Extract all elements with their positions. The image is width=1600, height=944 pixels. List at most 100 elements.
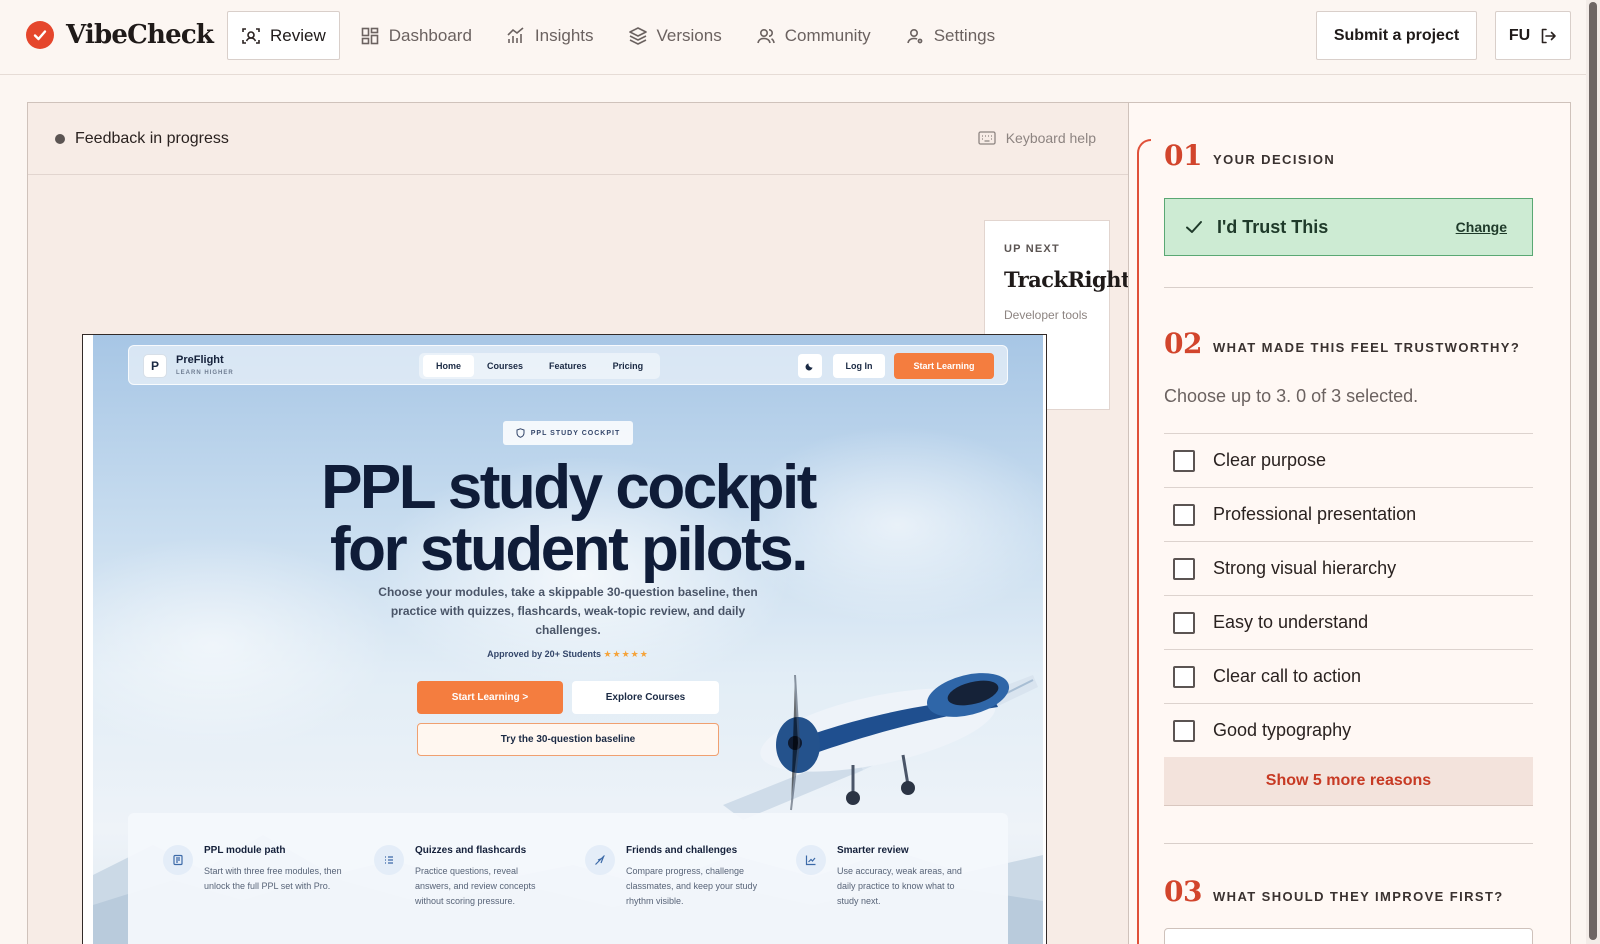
- preview-cta-explore[interactable]: Explore Courses: [572, 681, 719, 714]
- section-divider: [1164, 287, 1533, 288]
- reason-option[interactable]: Strong visual hierarchy: [1164, 541, 1533, 595]
- preview-subtitle: Choose your modules, take a skippable 30…: [378, 585, 758, 637]
- brand-logo[interactable]: VibeCheck: [26, 20, 214, 50]
- nav-review[interactable]: Review: [227, 11, 340, 60]
- project-preview[interactable]: P PreFlight LEARN HIGHER Home Courses Fe…: [82, 334, 1047, 944]
- user-settings-icon: [906, 28, 923, 43]
- preview-headline-line1: PPL study cockpit: [321, 453, 817, 522]
- reason-option[interactable]: Professional presentation: [1164, 487, 1533, 541]
- preview-feature-desc: Use accuracy, weak areas, and daily prac…: [837, 866, 962, 906]
- scrollbar-thumb[interactable]: [1589, 2, 1597, 940]
- preview-links: Home Courses Features Pricing: [419, 353, 661, 379]
- section-title-decision: YOUR DECISION: [1213, 152, 1336, 167]
- up-next-title: TrackRight!: [1004, 267, 1129, 292]
- shield-icon: [516, 428, 525, 438]
- change-decision-link[interactable]: Change: [1456, 219, 1507, 235]
- section-title-trust: WHAT MADE THIS FEEL TRUSTWORTHY?: [1213, 340, 1521, 355]
- preview-feature-title: Smarter review: [837, 845, 909, 856]
- preview-cta-baseline[interactable]: Try the 30-question baseline: [417, 723, 719, 756]
- reason-checkbox[interactable]: [1173, 611, 1195, 634]
- preview-badge-label: PPL STUDY COCKPIT: [530, 429, 621, 437]
- plane-icon: [585, 845, 615, 875]
- up-next-category: Developer tools: [1004, 308, 1088, 322]
- keyboard-help-label: Keyboard help: [1005, 130, 1096, 146]
- scan-icon: [242, 27, 260, 44]
- up-next-label: UP NEXT: [1004, 243, 1060, 255]
- nav-dashboard-label: Dashboard: [388, 25, 472, 45]
- nav-insights[interactable]: Insights: [492, 11, 608, 60]
- layers-icon: [628, 26, 647, 45]
- preview-feature-desc: Compare progress, challenge classmates, …: [626, 866, 758, 906]
- preview-start-button[interactable]: Start Learning: [894, 353, 994, 379]
- section-number: 02: [1164, 327, 1202, 360]
- nav-review-label: Review: [270, 25, 326, 45]
- nav-settings[interactable]: Settings: [891, 11, 1009, 60]
- decision-selected: I'd Trust This Change: [1164, 198, 1533, 256]
- submit-project-button[interactable]: Submit a project: [1316, 11, 1477, 60]
- reason-option[interactable]: Clear call to action: [1164, 649, 1533, 703]
- preview-login-button[interactable]: Log In: [833, 354, 885, 378]
- check-logo-icon: [26, 21, 54, 49]
- airplane-illustration: [723, 673, 1038, 820]
- reason-list: Clear purpose Professional presentation …: [1164, 433, 1533, 806]
- reason-label: Clear call to action: [1213, 666, 1362, 686]
- status-text: Feedback in progress: [75, 130, 229, 147]
- review-canvas: Feedback in progress Keyboard help UP NE…: [27, 102, 1129, 944]
- decision-label: I'd Trust This: [1217, 216, 1329, 237]
- preview-feature-title: Friends and challenges: [626, 845, 738, 856]
- preview-badge: PPL STUDY COCKPIT: [503, 421, 633, 445]
- reason-checkbox[interactable]: [1173, 557, 1195, 580]
- feedback-panel: 01 YOUR DECISION I'd Trust This Change 0…: [1129, 102, 1571, 944]
- nav-dashboard[interactable]: Dashboard: [346, 11, 486, 60]
- reason-checkbox[interactable]: [1173, 719, 1195, 742]
- reason-label: Good typography: [1213, 720, 1352, 740]
- brand-name: VibeCheck: [66, 20, 214, 50]
- list-icon: [374, 845, 404, 875]
- nav-versions-label: Versions: [656, 25, 722, 45]
- status-dot: [55, 134, 65, 144]
- keyboard-icon: [978, 131, 996, 145]
- preview-logo: P: [143, 354, 167, 378]
- reason-checkbox[interactable]: [1173, 449, 1195, 472]
- keyboard-help-button[interactable]: Keyboard help: [978, 130, 1096, 146]
- preview-tagline: LEARN HIGHER: [176, 370, 234, 376]
- preview-link-home[interactable]: Home: [423, 355, 475, 377]
- reason-option[interactable]: Clear purpose: [1164, 433, 1533, 487]
- moon-icon[interactable]: [798, 354, 822, 378]
- preview-link-features[interactable]: Features: [536, 355, 600, 377]
- nav-community[interactable]: Community: [742, 11, 885, 60]
- reason-label: Clear purpose: [1213, 450, 1327, 470]
- selection-hint: Choose up to 3. 0 of 3 selected.: [1164, 386, 1419, 406]
- preview-feature-title: Quizzes and flashcards: [415, 845, 527, 856]
- logout-icon: [1541, 28, 1556, 43]
- preview-brand: PreFlight: [176, 354, 224, 366]
- nav-insights-label: Insights: [534, 25, 594, 45]
- section-divider: [1164, 843, 1533, 844]
- reason-label: Strong visual hierarchy: [1213, 558, 1397, 578]
- reason-option[interactable]: Easy to understand: [1164, 595, 1533, 649]
- reason-label: Professional presentation: [1213, 504, 1417, 524]
- preview-feature-desc: Start with three free modules, then unlo…: [204, 866, 342, 891]
- star-rating: ★★★★★: [603, 649, 649, 659]
- book-icon: [163, 845, 193, 875]
- reason-checkbox[interactable]: [1173, 503, 1195, 526]
- show-more-reasons-button[interactable]: Show 5 more reasons: [1164, 757, 1533, 806]
- feedback-status: Feedback in progress: [55, 130, 229, 148]
- grid-icon: [361, 27, 379, 44]
- nav-versions[interactable]: Versions: [614, 11, 736, 60]
- section-number: 03: [1164, 875, 1202, 908]
- preview-link-pricing[interactable]: Pricing: [600, 355, 657, 377]
- preview-features: PPL module path Start with three free mo…: [128, 813, 1008, 944]
- preview-headline-line2: for student pilots.: [329, 515, 809, 584]
- preview-headline: PPL study cockpit for student pilots.: [93, 457, 1043, 581]
- section-title-improve: WHAT SHOULD THEY IMPROVE FIRST?: [1213, 889, 1504, 904]
- preview-link-courses[interactable]: Courses: [474, 355, 536, 377]
- page-scrollbar[interactable]: [1586, 0, 1600, 944]
- reason-checkbox[interactable]: [1173, 665, 1195, 688]
- preview-approved-text: Approved by 20+ Students: [487, 649, 601, 659]
- reason-option[interactable]: Good typography: [1164, 703, 1533, 757]
- reason-label: Easy to understand: [1213, 612, 1369, 632]
- user-logout-button[interactable]: FU: [1495, 11, 1571, 60]
- improve-input[interactable]: [1164, 928, 1533, 944]
- preview-cta-start[interactable]: Start Learning >: [417, 681, 563, 714]
